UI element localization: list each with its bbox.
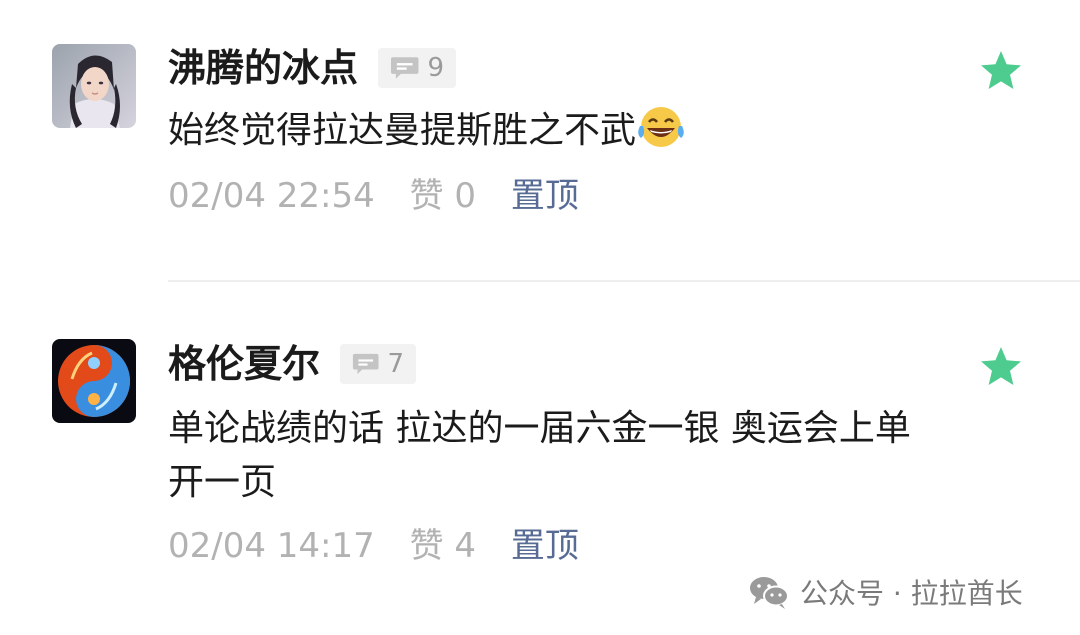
watermark-text: 公众号 · 拉拉酋长 (800, 577, 1023, 610)
reply-count: 7 (387, 349, 404, 379)
wechat-icon (750, 577, 789, 609)
comment-text: 始终觉得拉达曼提斯胜之不武 (168, 110, 637, 151)
comment-meta: 02/04 22:54 赞 0 置顶 (168, 176, 603, 216)
comment-meta: 02/04 14:17 赞 4 置顶 (168, 526, 603, 566)
male-character-avatar-icon (52, 44, 136, 128)
like-count[interactable]: 赞 4 (410, 526, 476, 566)
comment-content: 单论战绩的话 拉达的一届六金一银 奥运会上单开一页 (168, 402, 938, 510)
reply-count: 9 (427, 53, 444, 83)
comment-content: 始终觉得拉达曼提斯胜之不武 (168, 104, 938, 158)
username[interactable]: 格伦夏尔 (168, 340, 320, 388)
pin-button[interactable]: 置顶 (511, 526, 579, 566)
reply-count-badge[interactable]: 9 (378, 48, 456, 88)
comment-timestamp: 02/04 22:54 (168, 176, 375, 216)
watermark: 公众号 · 拉拉酋长 (748, 572, 1023, 612)
like-count[interactable]: 赞 0 (410, 176, 476, 216)
pin-button[interactable]: 置顶 (511, 176, 579, 216)
comment-item: 沸腾的冰点 9 始终觉得拉达曼提斯胜之不武 02/04 22:54 赞 0 置顶 (0, 0, 1080, 282)
fire-ice-yinyang-avatar-icon (52, 339, 136, 423)
comment-bubble-icon (352, 353, 379, 375)
avatar[interactable] (52, 44, 136, 128)
comment-list: 沸腾的冰点 9 始终觉得拉达曼提斯胜之不武 02/04 22:54 赞 0 置顶… (0, 0, 1080, 635)
avatar[interactable] (52, 339, 136, 423)
comment-text: 单论战绩的话 拉达的一届六金一银 奥运会上单开一页 (168, 408, 911, 503)
username[interactable]: 沸腾的冰点 (168, 44, 358, 92)
comment-timestamp: 02/04 14:17 (168, 526, 375, 566)
star-icon[interactable] (978, 48, 1024, 94)
reply-count-badge[interactable]: 7 (340, 344, 416, 384)
laughing-tears-emoji-icon (638, 107, 684, 147)
star-icon[interactable] (978, 344, 1024, 390)
comment-bubble-icon (390, 57, 419, 79)
